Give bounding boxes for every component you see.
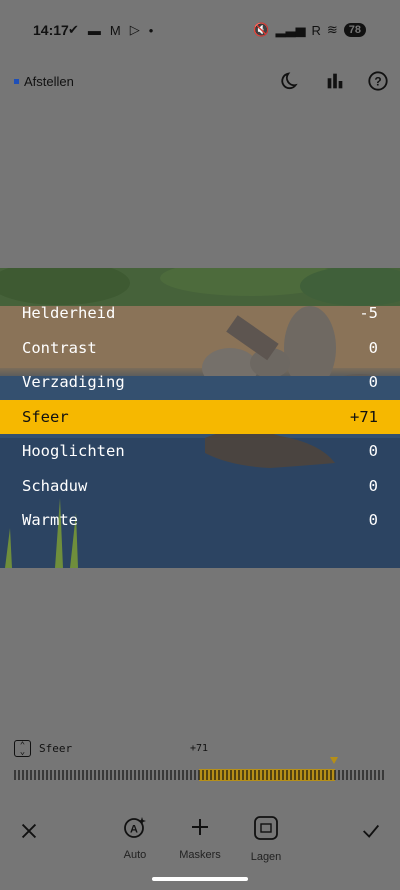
mute-icon: 🔇 xyxy=(253,22,270,37)
adjustment-label: Contrast xyxy=(22,338,97,357)
adjustment-label: Hooglichten xyxy=(22,442,125,461)
check-icon[interactable] xyxy=(360,820,382,842)
play-icon: ▷ xyxy=(129,22,140,37)
adjustment-row-contrast[interactable]: Contrast 0 xyxy=(0,331,400,366)
slider-label: Sfeer xyxy=(39,742,73,755)
auto-button[interactable]: A Auto xyxy=(105,815,165,861)
adjustment-row-schaduw[interactable]: Schaduw 0 xyxy=(0,469,400,504)
app-header: Afstellen ? xyxy=(0,65,400,99)
adjustment-row-verzadiging[interactable]: Verzadiging 0 xyxy=(0,365,400,400)
dot-icon: • xyxy=(148,22,154,38)
layers-button[interactable]: Lagen xyxy=(236,815,296,863)
slider-track[interactable] xyxy=(14,769,388,781)
adjustment-value: 0 xyxy=(368,338,378,357)
check-icon: ✔ xyxy=(68,22,79,37)
adjustment-label: Helderheid xyxy=(22,304,116,323)
slider-value: +71 xyxy=(190,743,209,754)
adjustment-value: 0 xyxy=(368,476,378,495)
page-title-container: Afstellen xyxy=(14,74,74,89)
adjustment-list: Helderheid -5 Contrast 0 Verzadiging 0 S… xyxy=(0,296,400,538)
adjustment-value: 0 xyxy=(368,442,378,461)
page-title: Afstellen xyxy=(24,74,74,89)
layers-label: Lagen xyxy=(250,851,282,863)
message-icon: ▬ xyxy=(87,22,101,38)
signal-label: R xyxy=(311,22,321,38)
help-icon[interactable]: ? xyxy=(367,70,389,92)
adjustment-value: 0 xyxy=(368,511,378,530)
masks-label: Maskers xyxy=(179,849,221,861)
close-icon[interactable] xyxy=(18,820,40,842)
signal-icon: ▂▃▅ xyxy=(275,22,306,37)
auto-icon: A xyxy=(124,817,146,838)
plus-icon xyxy=(192,819,208,835)
layers-icon xyxy=(254,816,278,840)
adjustment-value: -5 xyxy=(359,304,378,323)
home-indicator xyxy=(152,877,248,881)
wifi-icon: ≋ xyxy=(326,22,338,37)
adjustment-value: +71 xyxy=(350,407,378,426)
auto-label: Auto xyxy=(123,849,147,861)
updown-icon[interactable]: ⌃ ⌄ xyxy=(14,740,31,757)
slider-label-group: ⌃ ⌄ Sfeer xyxy=(14,740,72,757)
title-dot-icon xyxy=(14,79,19,84)
moon-icon[interactable] xyxy=(280,70,302,92)
adjustment-row-hooglichten[interactable]: Hooglichten 0 xyxy=(0,434,400,469)
adjustment-label: Verzadiging xyxy=(22,373,125,392)
adjustment-value: 0 xyxy=(368,373,378,392)
battery-icon: 78 xyxy=(343,23,366,37)
slider-marker-icon[interactable] xyxy=(330,757,338,764)
svg-text:?: ? xyxy=(374,75,381,89)
adjustment-row-warmte[interactable]: Warmte 0 xyxy=(0,503,400,538)
status-time: 14:17 xyxy=(33,22,69,38)
masks-button[interactable]: Maskers xyxy=(170,815,230,861)
adjustment-label: Schaduw xyxy=(22,476,88,495)
adjustment-label: Warmte xyxy=(22,511,78,530)
histogram-icon[interactable] xyxy=(324,70,346,92)
status-bar: 14:17 ✔ ▬ M ▷ • 🔇 ▂▃▅ R ≋ 78 xyxy=(0,0,400,60)
svg-text:A: A xyxy=(130,824,138,836)
adjustment-row-helderheid[interactable]: Helderheid -5 xyxy=(0,296,400,331)
adjustment-row-sfeer[interactable]: Sfeer +71 xyxy=(0,399,400,434)
adjustment-label: Sfeer xyxy=(22,407,69,426)
gmail-icon: M xyxy=(109,22,121,38)
